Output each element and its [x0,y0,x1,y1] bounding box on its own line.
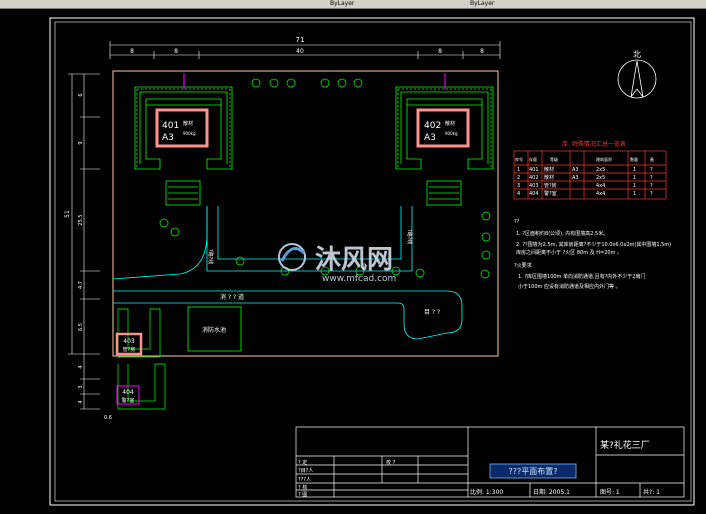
table-cell: 4 [517,191,520,197]
dim-left-seg: 25.5 [78,214,84,225]
date-label: 日期: 2005.1 [533,488,570,496]
page-label: 共?: 1 [643,488,660,496]
road-label-left: ?路?线 [207,249,214,264]
north-arrow-icon [617,59,657,99]
table-cell: 1 [517,167,520,173]
dim-left-seg: 4.7 [78,281,84,289]
note2-line: 小于100m 应设有消防通道及相应内外门等 。 [518,283,621,290]
title-block-grid [295,426,685,498]
dim-top-seg: 8 [480,48,484,55]
table-cell: 1 [633,167,636,173]
warehouse-401-label: 散材 [183,120,193,127]
table-cell: A3 [572,175,579,181]
warehouse-402-num: 402 [424,121,441,131]
table-header: 建筑面积 [596,156,612,162]
dim-top-seg: 8 [438,48,442,55]
layer-dropdown[interactable]: ByLayer [330,0,354,7]
table-cell: 404 [529,191,539,197]
site-boundary [112,70,499,357]
tb-row-label: ? 图 [298,492,307,498]
table-cell: 401 [529,167,539,173]
table-header: 存量 [529,156,537,162]
table-cell: ? [650,191,653,197]
left-dimension [68,73,100,410]
linetype-dropdown[interactable]: ByLayer [470,0,494,7]
building-403-label: 管?房 [123,346,136,353]
dim-top-seg: 40 [296,48,304,55]
table-cell: 402 [529,175,539,181]
dim-left-seg: 4 [78,400,84,403]
table-header: 等级 [550,156,558,162]
table-cell: 2x5 [596,175,605,181]
table-cell: 2 [517,175,520,181]
watermark-text: 沐风网 [315,245,393,275]
dim-left-seg: 6 [78,93,84,96]
warehouse-402-grade: A3 [424,133,436,143]
table-cell: 散材 [544,174,554,181]
table-cell: 2x5 [596,167,605,173]
notes2-title: ?火要求 [514,262,532,269]
building-404-label: 警?室 [122,397,135,404]
table-cell: 4x4 [596,191,605,197]
table-cell: 3 [517,183,520,189]
table-title: 库. 特殊情况汇总一览表 [562,140,626,148]
table-cell: 403 [529,183,539,189]
table-header: 库号 [515,156,523,162]
watermark-url: www.mfcad.com [322,274,396,284]
building-403-num: 403 [123,338,135,345]
table-rows: 1 401 散材 A3 2x5 1 ? 2 402 散材 A3 2x5 1 ? 3 403 管?房 4x4 1 ? 4 4… [517,166,653,197]
warehouse-401-grade: A3 [162,133,174,143]
table-header: 备 [650,156,654,162]
table-header: 数量 [630,156,638,162]
table-cell: 管?房 [544,182,557,189]
dim-left-total: 51 [64,210,71,218]
note2-line: 1. ?库区围墙100m 单向消防通道,且有?内外不少于2扇门 [518,273,645,280]
window-toolbar-strip: ByLayer ByLayer [0,0,706,9]
watermark-logo: 沐风网 www.mfcad.com [278,243,396,284]
tb-row-label: ?目?人 [298,468,313,474]
dim-left-seg: 3 [78,385,84,388]
table-cell: 散材 [544,166,554,173]
tb-row-label: ???人 [298,477,311,483]
table-cell: 警?室 [544,190,557,197]
scale-label: 比例: 1:300 [470,488,503,496]
table-cell: 1 [633,191,636,197]
table-cell: ? [650,183,653,189]
dim-top-total: 71 [296,36,305,44]
table-cell: ? [650,175,653,181]
note-line: 2. ??围墙为2.5m, 其库房距离?不少于10.0x6.0x2m(其中围墙1… [516,241,671,248]
dim-left-seg: 6.5 [78,323,84,331]
road-text: 消 ? ? 道 [220,293,244,301]
project-name: 某?礼花三厂 [600,439,650,451]
tb-checked-label: 校 ? [386,459,396,466]
table-cell: A3 [572,167,579,173]
dim-bottom-left: 0.6 [104,415,112,421]
warehouse-402-sub: 900kg [445,131,458,136]
fire-pool-label: 消防水池 [202,326,226,334]
notes-title: ?? [514,219,520,225]
table-cell: 1 [633,175,636,181]
tb-row-label: ? 核 [298,484,307,491]
drawing-name: ???平面布置? [509,466,558,476]
dim-top-seg: 8 [174,48,178,55]
dim-left-seg: 9 [78,141,84,144]
warehouse-401-num: 401 [162,121,179,131]
cad-drawing-canvas[interactable]: 71 8 8 40 8 8 51 6 9 25.5 4.7 6.5 4 3 4 … [0,9,706,510]
warehouse-402-label: 散材 [445,120,455,127]
warehouse-401-sub: 900kg [183,131,196,136]
road-label-right: ?路?线 [406,229,413,244]
note-line: 1. ?区面积约8(公顷), 内有围墙高2.5米。 [516,230,608,237]
dim-top-seg: 8 [130,48,134,55]
sheet-label: 图号: 1 [600,489,620,496]
dim-left-seg: 4 [78,365,84,368]
fire-road [112,206,463,340]
gate-label: 目 ? ? [424,309,440,316]
note-line: 库房之间距离不小于 ?火区 80m 及 H=20m 。 [516,249,622,256]
table-cell: 4x4 [596,183,605,189]
table-cell: ? [650,167,653,173]
table-cell: 1 [633,183,636,189]
building-404-num: 404 [122,389,134,396]
north-label: 北 [633,50,641,59]
tb-row-label: ? 定 [298,459,307,466]
